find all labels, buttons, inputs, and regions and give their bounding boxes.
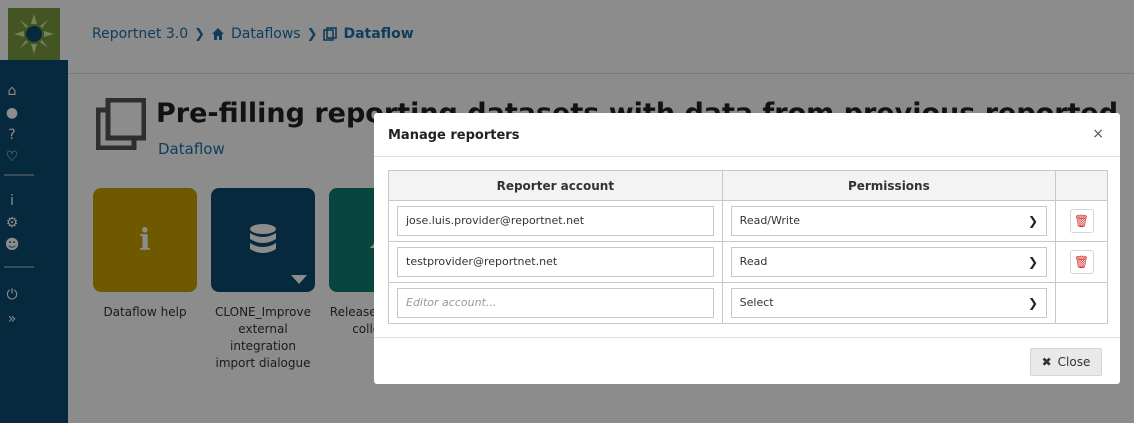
table-row: jose.luis.provider@reportnet.net Read/Wr… <box>388 200 1108 242</box>
manage-reporters-dialog: Manage reporters × Reporter account Perm… <box>374 113 1120 384</box>
empty-action-cell <box>1055 282 1108 324</box>
permission-value: Read <box>739 255 768 268</box>
chevron-down-icon: ❯ <box>1027 296 1039 310</box>
permission-value: Select <box>739 296 774 309</box>
table-row: Editor account... Select ❯ <box>388 282 1108 324</box>
dialog-footer: ✖ Close <box>374 337 1120 384</box>
column-header-permissions: Permissions <box>721 170 1057 201</box>
reporter-account-field[interactable]: jose.luis.provider@reportnet.net <box>397 206 714 236</box>
dialog-title: Manage reporters <box>388 128 520 143</box>
editor-account-input[interactable]: Editor account... <box>397 288 714 318</box>
close-button-label: Close <box>1057 355 1091 369</box>
chevron-down-icon: ❯ <box>1027 255 1039 269</box>
dialog-header: Manage reporters × <box>374 113 1120 157</box>
close-icon: ✖ <box>1041 355 1052 369</box>
delete-reporter-button[interactable]: 🗑 <box>1069 209 1094 233</box>
permission-select[interactable]: Read ❯ <box>730 247 1048 277</box>
trash-icon: 🗑 <box>1073 214 1090 228</box>
column-header-account: Reporter account <box>388 170 723 201</box>
permission-select[interactable]: Read/Write ❯ <box>730 206 1048 236</box>
table-header-row: Reporter account Permissions <box>388 170 1108 201</box>
close-icon[interactable]: × <box>1092 126 1104 142</box>
close-button[interactable]: ✖ Close <box>1030 348 1102 376</box>
reporter-account-field[interactable]: testprovider@reportnet.net <box>397 247 714 277</box>
permission-value: Read/Write <box>739 214 801 227</box>
reporters-table: Reporter account Permissions jose.luis.p… <box>388 170 1108 324</box>
column-header-actions <box>1055 170 1108 201</box>
permission-select[interactable]: Select ❯ <box>730 288 1048 318</box>
chevron-down-icon: ❯ <box>1027 214 1039 228</box>
trash-icon: 🗑 <box>1073 255 1090 269</box>
table-row: testprovider@reportnet.net Read ❯ 🗑 <box>388 241 1108 283</box>
delete-reporter-button[interactable]: 🗑 <box>1069 250 1094 274</box>
